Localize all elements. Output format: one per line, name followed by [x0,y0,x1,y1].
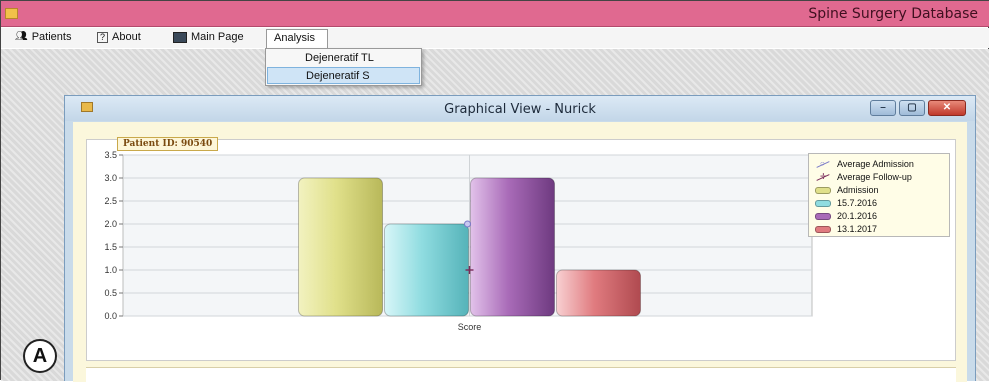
child-title-bar[interactable]: Graphical View - Nurick – ▢ ✕ [65,96,975,121]
people-icon: 👥︎ [15,31,28,42]
menu-bar: 👥︎ Patients ? About Main Page [1,28,989,48]
legend-label: Average Admission [837,159,914,169]
x-category-label: Score [458,322,482,332]
y-tick-label: 1.5 [104,242,117,252]
main-page-icon [173,31,187,43]
menu-patients[interactable]: 👥︎ Patients [15,31,71,43]
title-bar[interactable]: Spine Surgery Database [1,1,989,27]
legend-item-15-7-2016: 15.7.2016 [815,197,877,209]
legend-item-20-1-2016: 20.1.2016 [815,210,877,222]
menu-main-page[interactable]: Main Page [173,31,244,43]
y-tick-label: 3.5 [104,150,117,160]
legend-line-icon: ○ [815,159,831,169]
figure-label: A [23,339,57,373]
y-tick-label: 0.5 [104,288,117,298]
legend-item-average-followup: ✛ Average Follow-up [815,171,912,183]
help-icon: ? [97,31,108,43]
y-tick-label: 0.0 [104,311,117,321]
bar-admission [298,177,383,317]
average-admission-marker [464,220,471,228]
legend-line-icon: ✛ [815,172,831,182]
analysis-dropdown: Dejeneratif TL Dejeneratif S [265,48,422,86]
maximize-button[interactable]: ▢ [899,100,925,116]
app-window: Spine Surgery Database 👥︎ Patients ? Abo… [0,0,989,382]
legend-label: 15.7.2016 [837,198,878,208]
menu-item-dejeneratif-s[interactable]: Dejeneratif S [267,67,420,84]
y-tick-label: 3.0 [104,173,117,183]
menu-analysis[interactable]: Analysis [266,29,328,49]
legend-swatch [815,186,831,194]
legend-item-average-admission: ○ Average Admission [815,158,914,170]
y-tick-label: 1.0 [104,265,117,275]
menu-main-page-label: Main Page [191,31,244,43]
app-icon [5,8,18,19]
legend-swatch [815,212,831,220]
app-title: Spine Surgery Database [808,6,978,22]
legend-item-13-1-2017: 13.1.2017 [815,223,877,235]
patient-id-label: Patient ID: 90540 [117,137,219,151]
child-title: Graphical View - Nurick [444,102,596,117]
legend-item-admission: Admission [815,184,879,196]
legend-label: Admission [837,185,879,195]
menu-patients-label: Patients [31,31,72,43]
y-tick-label: 2.5 [104,196,117,206]
bar-13-1-2017 [556,269,641,317]
legend-swatch [815,225,831,233]
legend-swatch [815,199,831,207]
minimize-button[interactable]: – [870,100,896,116]
bar-20-1-2016 [470,177,555,317]
bar-15-7-2016 [384,223,469,317]
y-tick-label: 2.0 [104,219,117,229]
legend-label: 20.1.2016 [837,211,878,221]
chart-legend: ○ Average Admission ✛ Average Follow-up … [808,153,950,237]
menu-item-dejeneratif-tl[interactable]: Dejeneratif TL [267,50,420,67]
legend-label: 13.1.2017 [837,224,878,234]
menu-about-label: About [112,31,141,43]
close-button[interactable]: ✕ [928,100,966,116]
graphical-view-window: Graphical View - Nurick – ▢ ✕ 0.0 0.5 1.… [64,95,976,382]
legend-label: Average Follow-up [837,172,912,182]
menu-about[interactable]: ? About [97,31,141,43]
